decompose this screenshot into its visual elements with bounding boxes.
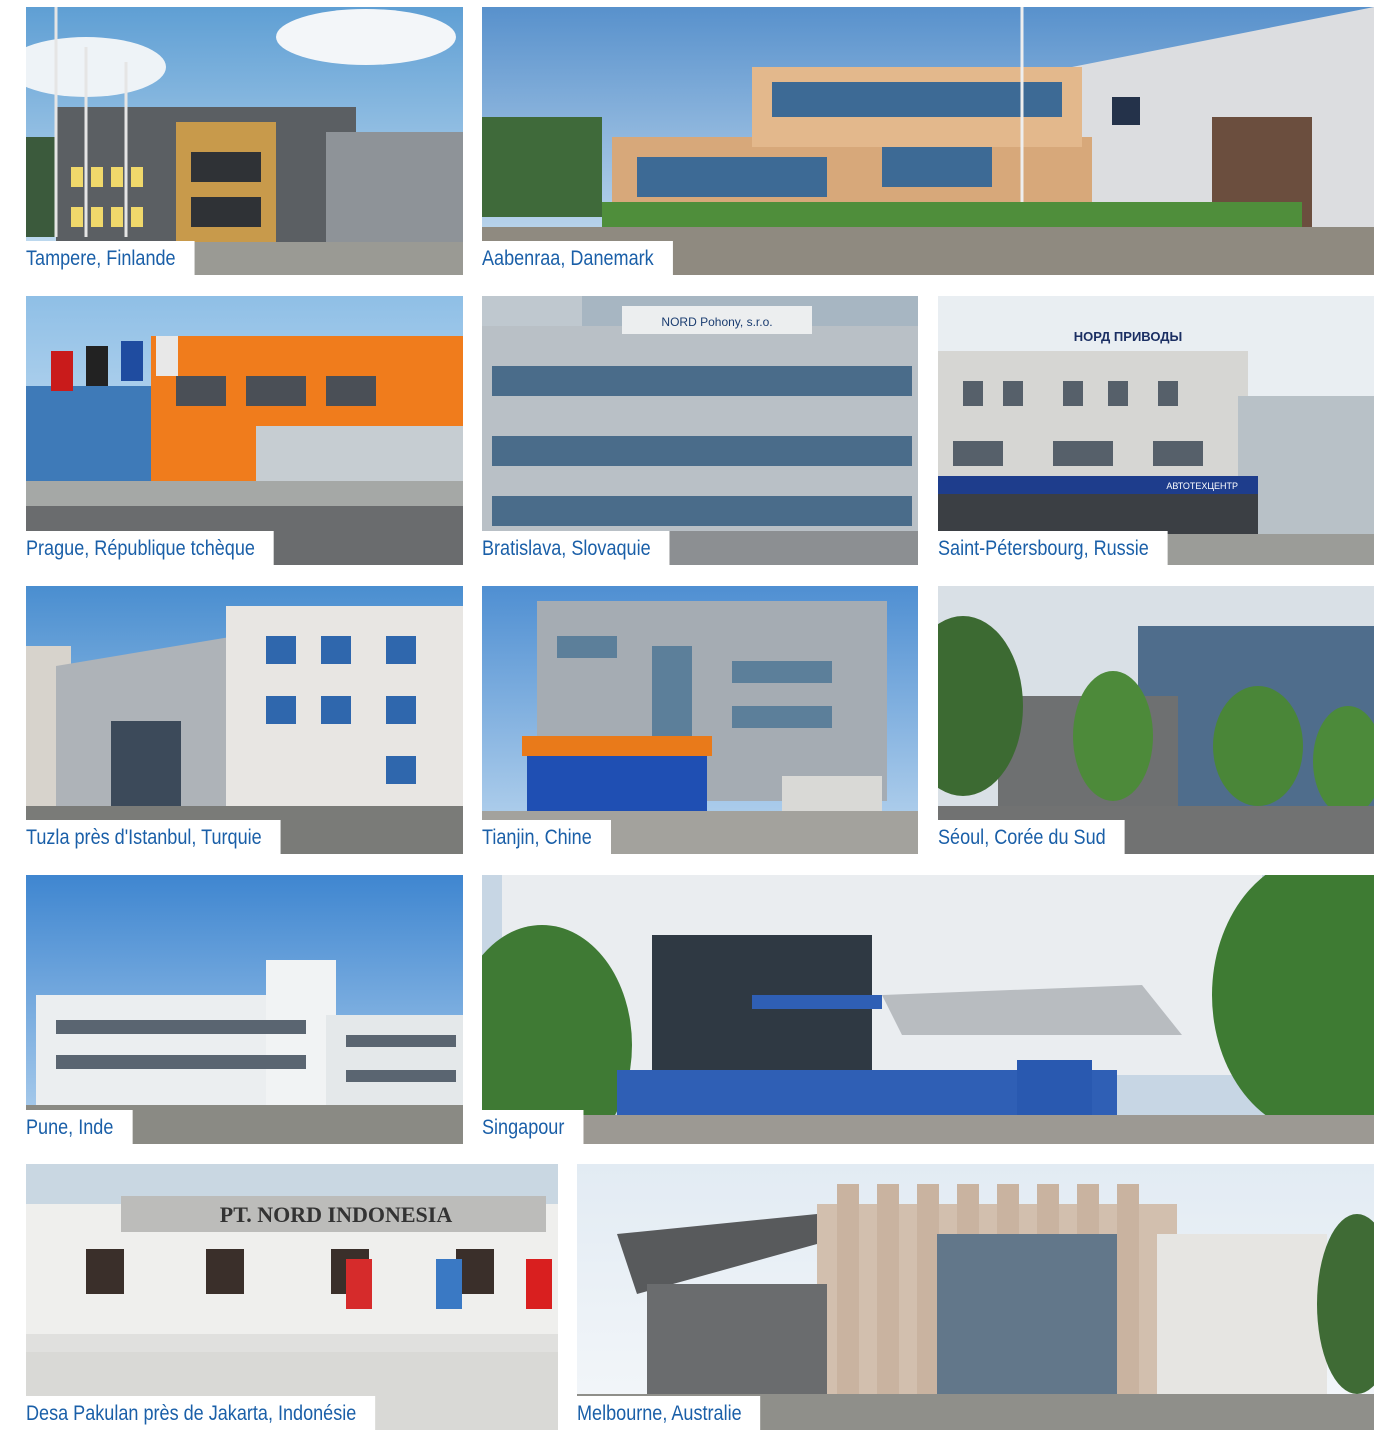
photo-tampere: Tampere, Finlande	[26, 7, 463, 275]
signage-saint-petersburg-shop: АВТОТЕХЦЕНТР	[1166, 481, 1238, 491]
photo-caption: Singapour	[482, 1110, 584, 1144]
building-photo	[482, 875, 1374, 1144]
photo-tuzla: Tuzla près d'Istanbul, Turquie	[26, 586, 463, 854]
signage-saint-petersburg: НОРД ПРИВОДЫ	[1074, 329, 1183, 344]
photo-caption: Tuzla près d'Istanbul, Turquie	[26, 820, 281, 854]
photo-caption: Aabenraa, Danemark	[482, 241, 673, 275]
photo-singapour: Singapour	[482, 875, 1374, 1144]
photo-jakarta: PT. NORD INDONESIA Desa Pakulan près de …	[26, 1164, 558, 1430]
photo-caption: Tampere, Finlande	[26, 241, 195, 275]
photo-bratislava: NORD Pohony, s.r.o. Bratislava, Slovaqui…	[482, 296, 918, 565]
photo-caption: Séoul, Corée du Sud	[938, 820, 1125, 854]
building-photo	[26, 875, 463, 1144]
building-photo	[26, 7, 463, 275]
building-photo: NORD Pohony, s.r.o.	[482, 296, 918, 565]
photo-pune: Pune, Inde	[26, 875, 463, 1144]
building-photo	[26, 586, 463, 854]
building-photo	[577, 1164, 1374, 1430]
signage-bratislava: NORD Pohony, s.r.o.	[661, 315, 772, 329]
photo-caption: Desa Pakulan près de Jakarta, Indonésie	[26, 1396, 376, 1430]
photo-saint-petersburg: НОРД ПРИВОДЫ АВТОТЕХЦЕНТР Saint-Pétersbo…	[938, 296, 1374, 565]
photo-caption: Melbourne, Australie	[577, 1396, 761, 1430]
photo-melbourne: Melbourne, Australie	[577, 1164, 1374, 1430]
photo-caption: Saint-Pétersbourg, Russie	[938, 531, 1168, 565]
signage-jakarta: PT. NORD INDONESIA	[220, 1202, 453, 1227]
building-photo: PT. NORD INDONESIA	[26, 1164, 558, 1430]
photo-prague: Prague, République tchèque	[26, 296, 463, 565]
building-photo: НОРД ПРИВОДЫ АВТОТЕХЦЕНТР	[938, 296, 1374, 565]
photo-caption: Prague, République tchèque	[26, 531, 274, 565]
building-photo	[482, 7, 1374, 275]
building-photo	[482, 586, 918, 854]
photo-seoul: Séoul, Corée du Sud	[938, 586, 1374, 854]
photo-tianjin: Tianjin, Chine	[482, 586, 918, 854]
building-photo	[26, 296, 463, 565]
photo-aabenraa: Aabenraa, Danemark	[482, 7, 1374, 275]
photo-caption: Tianjin, Chine	[482, 820, 611, 854]
building-photo	[938, 586, 1374, 854]
photo-caption: Pune, Inde	[26, 1110, 133, 1144]
photo-caption: Bratislava, Slovaquie	[482, 531, 670, 565]
